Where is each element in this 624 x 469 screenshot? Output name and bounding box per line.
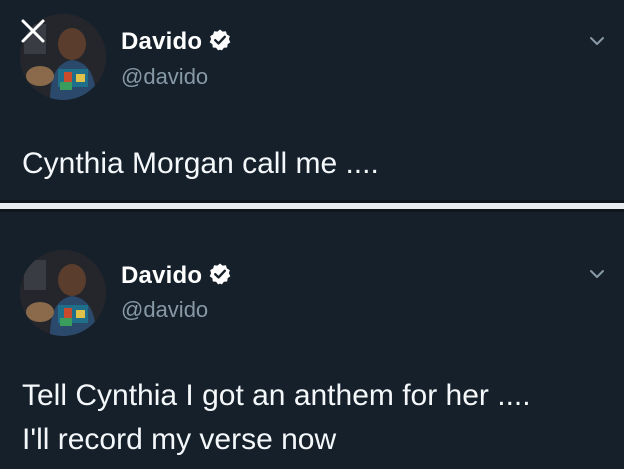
tweet-card-2[interactable] [0, 212, 624, 469]
tweet-text-line: Cynthia Morgan call me .... [22, 147, 379, 180]
chevron-down-icon[interactable] [586, 30, 608, 52]
verified-badge-icon [209, 29, 231, 51]
author-handle[interactable]: @davido [121, 64, 208, 90]
author-name[interactable]: Davido [121, 28, 232, 56]
tweet-card-1[interactable]: Davido @davido Cynthia Morgan call me ..… [0, 0, 624, 200]
close-icon[interactable] [18, 16, 48, 46]
screenshot-separator [0, 200, 624, 212]
screenshot-frame: Davido @davido Cynthia Morgan call me ..… [0, 0, 624, 469]
author-name-text: Davido [121, 28, 203, 55]
tweet-text: Cynthia Morgan call me .... [22, 142, 612, 186]
